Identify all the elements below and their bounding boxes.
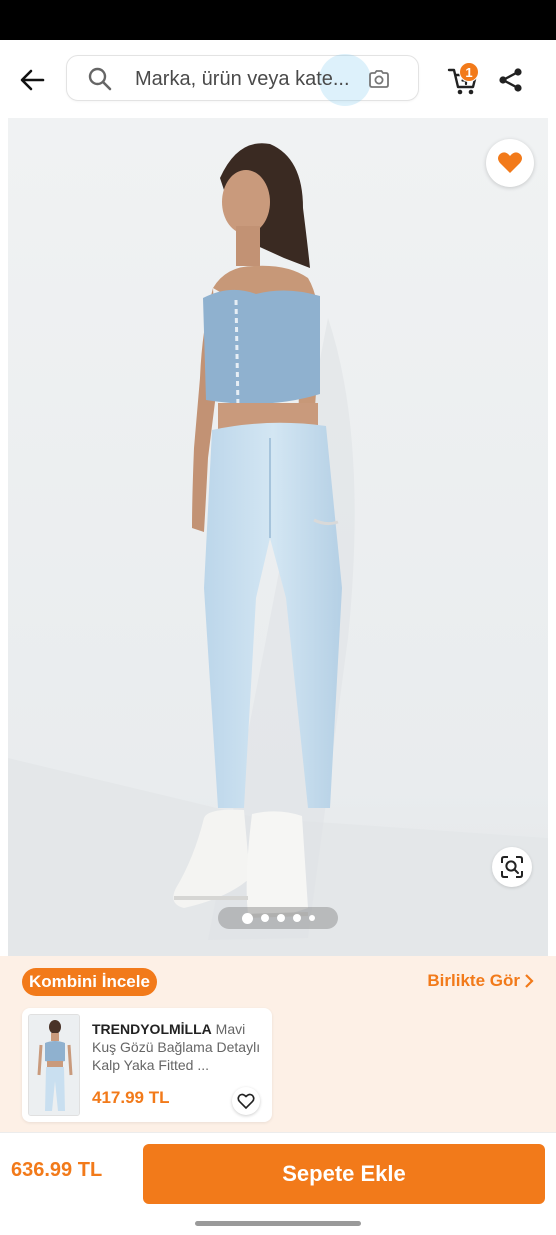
search-input[interactable]: Marka, ürün veya kate... bbox=[135, 68, 350, 91]
see-together-label: Birlikte Gör bbox=[427, 971, 520, 990]
combo-product-thumbnail bbox=[28, 1014, 80, 1116]
cart-count-badge: 1 bbox=[459, 62, 479, 82]
camera-search-icon[interactable] bbox=[367, 67, 391, 91]
product-image-gallery[interactable] bbox=[8, 118, 548, 956]
image-pager[interactable] bbox=[218, 907, 338, 929]
back-button[interactable] bbox=[14, 62, 50, 98]
combine-section: Kombini İncele Birlikte Gör TRENDYOLMİLL… bbox=[0, 956, 556, 1132]
status-bar bbox=[0, 0, 556, 40]
search-icon bbox=[88, 67, 112, 91]
heart-filled-icon bbox=[498, 152, 522, 173]
share-icon[interactable] bbox=[497, 66, 525, 94]
product-price: 636.99 TL bbox=[11, 1159, 103, 1181]
chevron-right-icon bbox=[525, 974, 534, 988]
pager-dot[interactable] bbox=[308, 915, 315, 921]
add-to-cart-button[interactable]: Sepete Ekle bbox=[143, 1144, 545, 1204]
pager-dot[interactable] bbox=[292, 914, 301, 922]
combo-product-card[interactable]: TRENDYOLMİLLA Mavi Kuş Gözü Bağlama Deta… bbox=[22, 1008, 272, 1122]
arrow-left-icon bbox=[20, 69, 45, 91]
home-indicator[interactable] bbox=[195, 1221, 361, 1226]
see-together-link[interactable]: Birlikte Gör bbox=[427, 971, 534, 991]
pager-dot[interactable] bbox=[276, 914, 285, 922]
combo-product-price: 417.99 TL bbox=[92, 1088, 170, 1107]
pager-dot-active[interactable] bbox=[241, 912, 253, 924]
top-bar: Marka, ürün veya kate... 1 bbox=[0, 40, 556, 118]
favorite-button[interactable] bbox=[486, 139, 534, 187]
visual-search-button[interactable] bbox=[492, 847, 532, 887]
combo-product-brand: TRENDYOLMİLLA bbox=[92, 1021, 212, 1037]
bottom-purchase-bar: 636.99 TL Sepete Ekle bbox=[0, 1132, 556, 1214]
search-bar[interactable]: Marka, ürün veya kate... bbox=[66, 54, 419, 106]
combine-pill[interactable]: Kombini İncele bbox=[22, 968, 157, 996]
combo-product-title: TRENDYOLMİLLA Mavi Kuş Gözü Bağlama Deta… bbox=[92, 1020, 266, 1074]
combo-favorite-button[interactable] bbox=[232, 1087, 260, 1115]
pager-dot[interactable] bbox=[260, 914, 269, 922]
product-photo bbox=[8, 118, 548, 956]
visual-search-icon bbox=[501, 856, 523, 878]
heart-outline-icon bbox=[237, 1093, 255, 1109]
